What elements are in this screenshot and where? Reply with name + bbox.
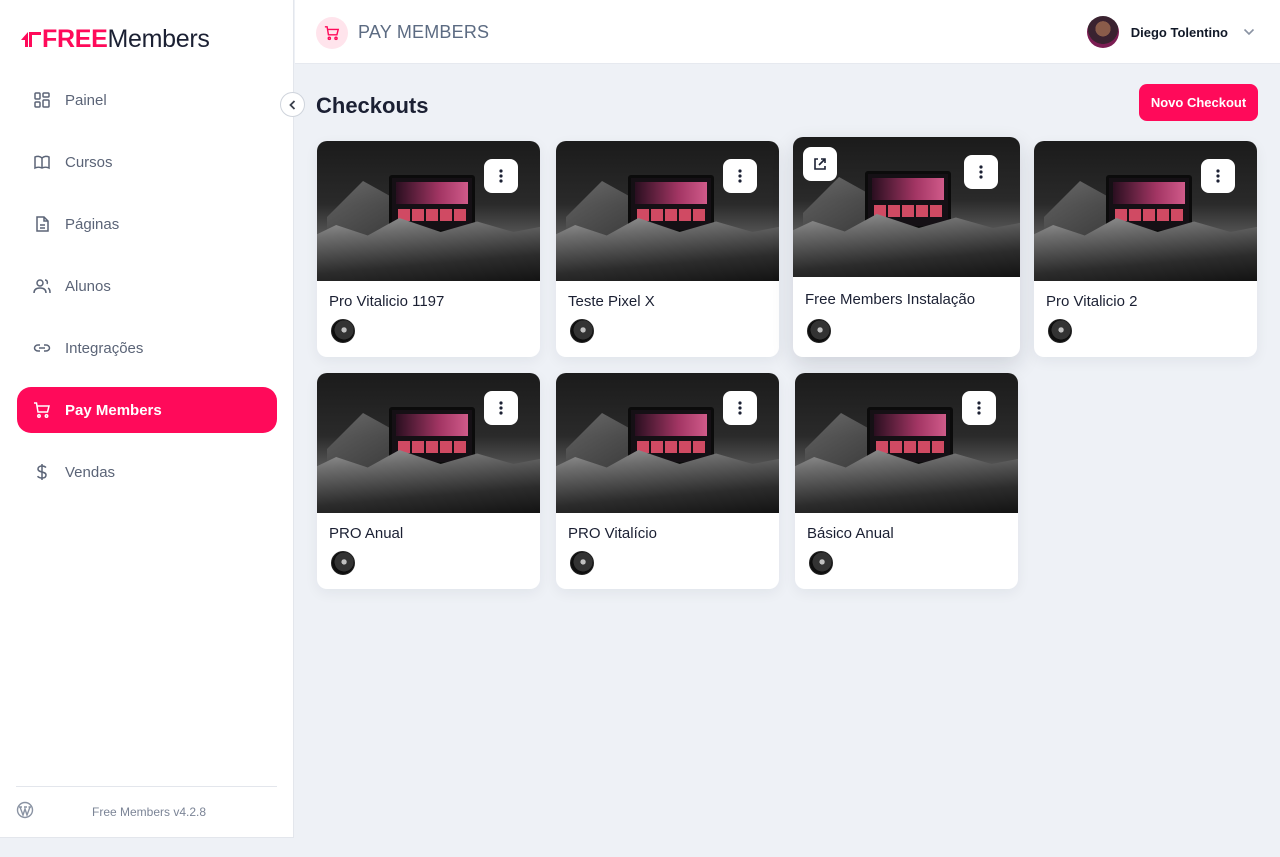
book-icon [33,153,51,171]
checkout-title: PRO Vitalício [568,525,657,542]
product-avatar [807,319,831,343]
checkout-thumbnail [556,373,779,513]
checkout-title: Básico Anual [807,525,894,542]
chevron-down-icon [1243,28,1255,36]
card-menu-button[interactable] [962,391,996,425]
users-icon [33,277,51,295]
sidebar-item-label: Cursos [65,153,113,171]
sidebar-item-alunos[interactable]: Alunos [17,263,277,309]
sidebar: FREE Members Painel Cursos Páginas Alunos [0,0,294,838]
card-menu-button[interactable] [484,391,518,425]
chevron-left-icon [288,99,295,110]
more-vertical-icon [1216,169,1220,183]
sidebar-item-painel[interactable]: Painel [17,77,277,123]
checkout-card[interactable]: Pro Vitalicio 1197 [317,141,540,357]
checkout-card[interactable]: Pro Vitalicio 2 [1034,141,1257,357]
user-name: Diego Tolentino [1130,24,1228,40]
product-avatar [570,551,594,575]
sidebar-item-label: Pay Members [65,401,162,419]
checkout-title: PRO Anual [329,525,404,542]
checkout-title: Teste Pixel X [568,293,655,310]
sidebar-item-label: Painel [65,91,107,109]
dollar-icon [33,463,51,481]
checkout-thumbnail [556,141,779,281]
card-menu-button[interactable] [1201,159,1235,193]
logo-text-free: FREE [42,24,108,53]
wordpress-icon[interactable] [16,801,34,819]
section-title: PAY MEMBERS [358,22,490,42]
more-vertical-icon [499,169,503,183]
sidebar-footer: Free Members v4.2.8 [16,786,277,834]
product-avatar [331,551,355,575]
dashboard-icon [33,91,51,109]
card-menu-button[interactable] [723,159,757,193]
cart-icon [33,401,51,419]
card-menu-button[interactable] [484,159,518,193]
checkout-thumbnail [317,373,540,513]
checkout-card[interactable]: Teste Pixel X [556,141,779,357]
checkout-thumbnail [795,373,1018,513]
checkout-card[interactable]: PRO Vitalício [556,373,779,589]
user-avatar [1086,16,1119,48]
logo-mark-icon [21,32,41,47]
user-menu[interactable]: Diego Tolentino [1086,16,1256,48]
sidebar-item-integracoes[interactable]: Integrações [17,325,277,371]
more-vertical-icon [977,401,981,415]
card-menu-button[interactable] [723,391,757,425]
page-title: Checkouts [316,93,429,118]
external-link-icon [814,158,826,170]
more-vertical-icon [738,169,742,183]
app-version: Free Members v4.2.8 [92,805,207,819]
section-cart-icon [316,17,348,49]
more-vertical-icon [979,165,983,179]
card-menu-button[interactable] [964,155,998,189]
more-vertical-icon [738,401,742,415]
collapse-sidebar-button[interactable] [280,92,305,117]
product-avatar [331,319,355,343]
link-icon [33,339,51,357]
sidebar-item-label: Alunos [65,277,111,295]
checkout-card[interactable]: Free Members Instalação [793,137,1020,357]
sidebar-item-pay-members[interactable]: Pay Members [17,387,277,433]
checkout-title: Pro Vitalicio 2 [1046,293,1138,310]
sidebar-item-label: Vendas [65,463,116,481]
product-avatar [1048,319,1072,343]
sidebar-nav: Painel Cursos Páginas Alunos Integrações [17,77,277,511]
checkout-card[interactable]: PRO Anual [317,373,540,589]
new-checkout-button[interactable]: Novo Checkout [1139,84,1258,121]
sidebar-item-label: Integrações [65,339,144,357]
checkout-thumbnail [793,137,1020,277]
sidebar-item-label: Páginas [65,215,120,233]
app-logo[interactable]: FREE Members [20,24,210,54]
top-header: PAY MEMBERS Diego Tolentino [295,0,1280,64]
logo-text-members: Members [107,24,210,53]
product-avatar [809,551,833,575]
sidebar-item-vendas[interactable]: Vendas [17,449,277,495]
product-avatar [570,319,594,343]
checkout-card[interactable]: Básico Anual [795,373,1018,589]
sidebar-item-paginas[interactable]: Páginas [17,201,277,247]
checkout-title: Free Members Instalação [805,291,976,308]
checkout-title: Pro Vitalicio 1197 [329,293,445,310]
checkout-thumbnail [1034,141,1257,281]
open-external-button[interactable] [803,147,837,181]
checkout-thumbnail [317,141,540,281]
sidebar-item-cursos[interactable]: Cursos [17,139,277,185]
page-icon [33,215,51,233]
more-vertical-icon [499,401,503,415]
